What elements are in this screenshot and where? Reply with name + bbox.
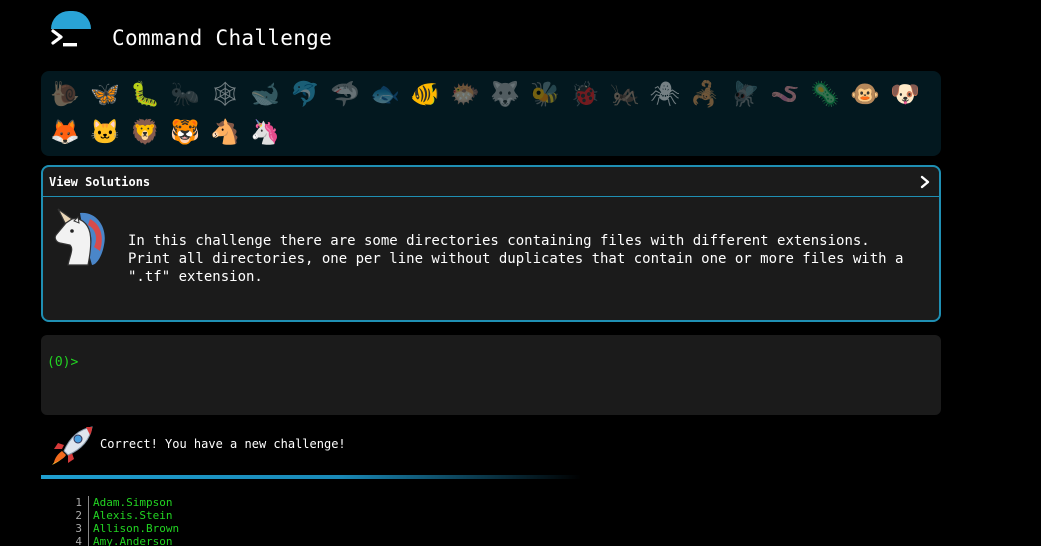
challenge-animal-strip: 🐌 🦋 🐛 🐜 🕸 🐋 🐬 🦈 🐟 🐠 🐡 🐺 🐝 🐞 🦗 🕷 🦂 🪰 🪱 🦠 🐵 🐶 🦊 🐱 🦁 🐯 🐴 🦄 — [41, 71, 941, 156]
line-number: 3 — [75, 522, 82, 535]
terminal[interactable]: (0)> — [41, 335, 941, 415]
tiger-icon[interactable]: 🐯 — [165, 113, 205, 151]
wolf-icon[interactable]: 🐺 — [485, 75, 525, 113]
worm-icon[interactable]: 🪱 — [765, 75, 805, 113]
output-line: 4 Amy.Anderson — [60, 535, 460, 546]
dolphin-icon[interactable]: 🐬 — [285, 75, 325, 113]
spider-web-icon[interactable]: 🕸 — [205, 75, 245, 113]
horse-icon[interactable]: 🐴 — [205, 113, 245, 151]
line-text: Allison.Brown — [88, 522, 179, 535]
line-number: 4 — [75, 535, 82, 546]
output-line: 3 Allison.Brown — [60, 522, 460, 535]
fish-icon[interactable]: 🐟 — [365, 75, 405, 113]
page-title: Command Challenge — [112, 26, 333, 50]
ladybug-icon[interactable]: 🐞 — [565, 75, 605, 113]
snail-icon[interactable]: 🐌 — [45, 75, 85, 113]
header: Command Challenge — [0, 0, 1041, 70]
bug-icon[interactable]: 🐛 — [125, 75, 165, 113]
output-line: 2 Alexis.Stein — [60, 509, 460, 522]
blowfish-icon[interactable]: 🐡 — [445, 75, 485, 113]
dog-icon[interactable]: 🐶 — [885, 75, 925, 113]
line-text: Adam.Simpson — [88, 496, 172, 509]
chevron-right-icon[interactable] — [919, 175, 931, 189]
monkey-icon[interactable]: 🐵 — [845, 75, 885, 113]
view-solutions-label[interactable]: View Solutions — [49, 175, 150, 189]
cricket-icon[interactable]: 🦗 — [605, 75, 645, 113]
unicorn-icon — [54, 208, 105, 266]
line-number: 1 — [75, 496, 82, 509]
fox-icon[interactable]: 🦊 — [45, 113, 85, 151]
cat-icon[interactable]: 🐱 — [85, 113, 125, 151]
ant-icon[interactable]: 🐜 — [165, 75, 205, 113]
shark-icon[interactable]: 🦈 — [325, 75, 365, 113]
status-message: Correct! You have a new challenge! — [100, 437, 346, 451]
line-text: Amy.Anderson — [88, 535, 172, 546]
line-text: Alexis.Stein — [88, 509, 172, 522]
view-solutions-bar[interactable]: View Solutions — [43, 167, 939, 197]
lion-icon[interactable]: 🦁 — [125, 113, 165, 151]
challenge-description: In this challenge there are some directo… — [128, 233, 904, 285]
spider-icon[interactable]: 🕷 — [645, 75, 685, 113]
whale-icon[interactable]: 🐋 — [245, 75, 285, 113]
app-root: Command Challenge 🐌 🦋 🐛 🐜 🕸 🐋 🐬 🦈 🐟 🐠 🐡 🐺 🐝 🐞 🦗 🕷 🦂 🪰 🪱 🦠 🐵 🐶… — [0, 0, 1041, 546]
terminal-prompt[interactable]: (0)> — [47, 355, 78, 370]
divider-bar — [41, 475, 581, 479]
tropical-fish-icon[interactable]: 🐠 — [405, 75, 445, 113]
terminal-logo-icon — [51, 29, 77, 47]
output-line: 1 Adam.Simpson — [60, 496, 460, 509]
line-number: 2 — [75, 509, 82, 522]
microbe-icon[interactable]: 🦠 — [805, 75, 845, 113]
unicorn-icon[interactable]: 🦄 — [245, 113, 285, 151]
bee-icon[interactable]: 🐝 — [525, 75, 565, 113]
rocket-icon — [52, 426, 93, 465]
fly-icon[interactable]: 🪰 — [725, 75, 765, 113]
command-output: 1 Adam.Simpson 2 Alexis.Stein 3 Allison.Brown… — [60, 496, 460, 546]
challenge-body: In this challenge there are some directo… — [43, 197, 939, 320]
butterfly-icon[interactable]: 🦋 — [85, 75, 125, 113]
scorpion-icon[interactable]: 🦂 — [685, 75, 725, 113]
challenge-panel: View Solutions In this challenge there a… — [41, 165, 941, 322]
